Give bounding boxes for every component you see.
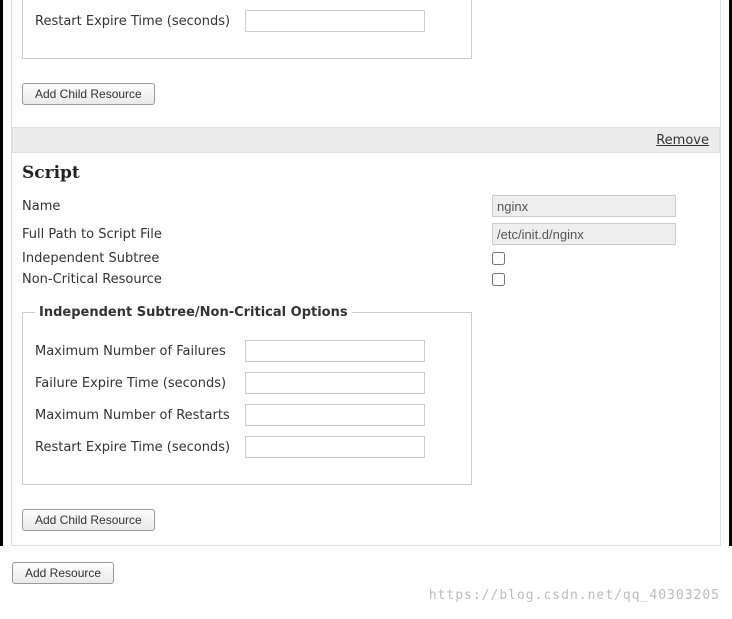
restart-expire-label2: Restart Expire Time (seconds) [35,440,245,455]
max-failures-label: Maximum Number of Failures [35,344,245,359]
remove-link[interactable]: Remove [656,133,709,148]
options-fieldset-top: Restart Expire Time (seconds) [22,0,472,59]
independent-subtree-checkbox[interactable] [492,252,505,265]
options-fieldset-script: Independent Subtree/Non-Critical Options… [22,305,472,485]
name-input[interactable] [492,195,676,217]
section-divider: Remove [12,127,720,153]
max-failures-input[interactable] [245,340,425,362]
failure-expire-label: Failure Expire Time (seconds) [35,376,245,391]
watermark-text: https://blog.csdn.net/qq_40303205 [429,588,720,603]
failure-expire-input[interactable] [245,372,425,394]
add-child-resource-button-top[interactable]: Add Child Resource [22,83,155,105]
outer-container: Restart Expire Time (seconds) Add Child … [0,0,732,546]
form-row-noncrit: Non-Critical Resource [22,272,682,287]
name-label: Name [22,199,492,214]
noncritical-checkbox[interactable] [492,273,505,286]
form-row-indep: Independent Subtree [22,251,682,266]
restart-expire-label: Restart Expire Time (seconds) [35,14,245,29]
add-child-resource-button-bottom[interactable]: Add Child Resource [22,509,155,531]
max-restarts-label: Maximum Number of Restarts [35,408,245,423]
options-legend: Independent Subtree/Non-Critical Options [35,305,352,320]
option-row: Restart Expire Time (seconds) [35,436,459,458]
inner-panel: Restart Expire Time (seconds) Add Child … [11,0,721,546]
restart-expire-input2[interactable] [245,436,425,458]
option-row: Maximum Number of Restarts [35,404,459,426]
noncritical-label: Non-Critical Resource [22,272,492,287]
add-resource-button[interactable]: Add Resource [12,562,114,584]
script-heading: Script [22,163,710,183]
path-label: Full Path to Script File [22,227,492,242]
option-row: Failure Expire Time (seconds) [35,372,459,394]
independent-subtree-label: Independent Subtree [22,251,492,266]
option-row: Maximum Number of Failures [35,340,459,362]
form-row-path: Full Path to Script File [22,223,682,245]
max-restarts-input[interactable] [245,404,425,426]
path-input[interactable] [492,223,676,245]
option-row: Restart Expire Time (seconds) [35,10,459,32]
form-row-name: Name [22,195,682,217]
restart-expire-input[interactable] [245,10,425,32]
